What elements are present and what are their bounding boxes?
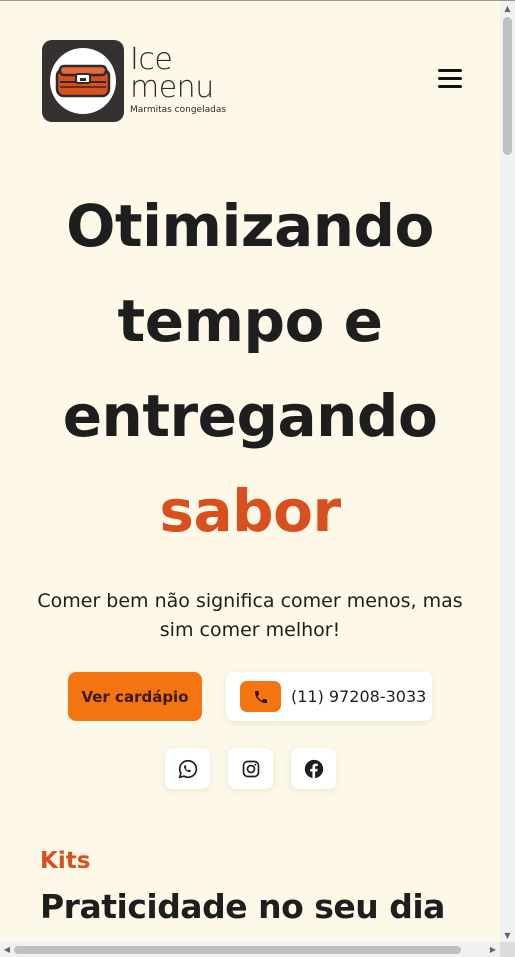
- browser-viewport: Ice menu Marmitas congeladas Otimizando …: [0, 0, 515, 957]
- vertical-scroll-thumb[interactable]: [503, 17, 512, 155]
- instagram-icon: [242, 760, 259, 777]
- scroll-down-arrow-icon[interactable]: ▼: [500, 928, 515, 942]
- instagram-button[interactable]: [228, 748, 273, 789]
- hero-title-line2: tempo e: [117, 287, 383, 355]
- scrollbar-corner: [500, 942, 515, 957]
- whatsapp-icon: [178, 759, 197, 778]
- section-title: Praticidade no seu dia: [40, 887, 445, 926]
- phone-icon: [240, 681, 281, 712]
- lunchbox-icon: [55, 64, 111, 98]
- vertical-scrollbar[interactable]: ▲ ▼: [500, 1, 515, 942]
- facebook-icon: [304, 759, 323, 778]
- menu-bar: [438, 85, 462, 88]
- page-content: Ice menu Marmitas congeladas Otimizando …: [0, 1, 500, 942]
- view-menu-button[interactable]: Ver cardápio: [68, 672, 202, 721]
- logo-name-line2: menu: [130, 70, 214, 105]
- scroll-left-arrow-icon[interactable]: ◀: [0, 942, 14, 957]
- phone-number: (11) 97208-3033: [291, 687, 427, 706]
- hero-title-line3: entregando: [62, 382, 438, 450]
- menu-bar: [438, 77, 462, 80]
- hero-title: Otimizando tempo e entregando sabor: [0, 179, 500, 559]
- scroll-up-arrow-icon[interactable]: ▲: [500, 1, 515, 15]
- section-kicker: Kits: [40, 848, 91, 874]
- scroll-right-arrow-icon[interactable]: ▶: [486, 942, 500, 957]
- menu-bar: [438, 69, 462, 72]
- hero-subtitle: Comer bem não significa comer menos, mas…: [37, 590, 463, 641]
- facebook-button[interactable]: [291, 748, 336, 789]
- logo-badge: [42, 40, 124, 122]
- phone-glyph: [254, 690, 267, 703]
- horizontal-scroll-thumb[interactable]: [14, 946, 461, 954]
- phone-button[interactable]: (11) 97208-3033: [226, 672, 432, 721]
- logo-wordmark: Ice menu Marmitas congeladas: [130, 45, 227, 116]
- horizontal-scrollbar[interactable]: ◀ ▶: [0, 942, 500, 957]
- hero-title-accent: sabor: [159, 477, 341, 545]
- logo-tagline: Marmitas congeladas: [130, 105, 227, 115]
- brand-logo[interactable]: Ice menu Marmitas congeladas: [42, 40, 226, 122]
- whatsapp-button[interactable]: [165, 748, 210, 789]
- logo-circle: [50, 48, 116, 114]
- hero-title-line1: Otimizando: [66, 192, 434, 260]
- hamburger-menu-icon[interactable]: [438, 69, 462, 91]
